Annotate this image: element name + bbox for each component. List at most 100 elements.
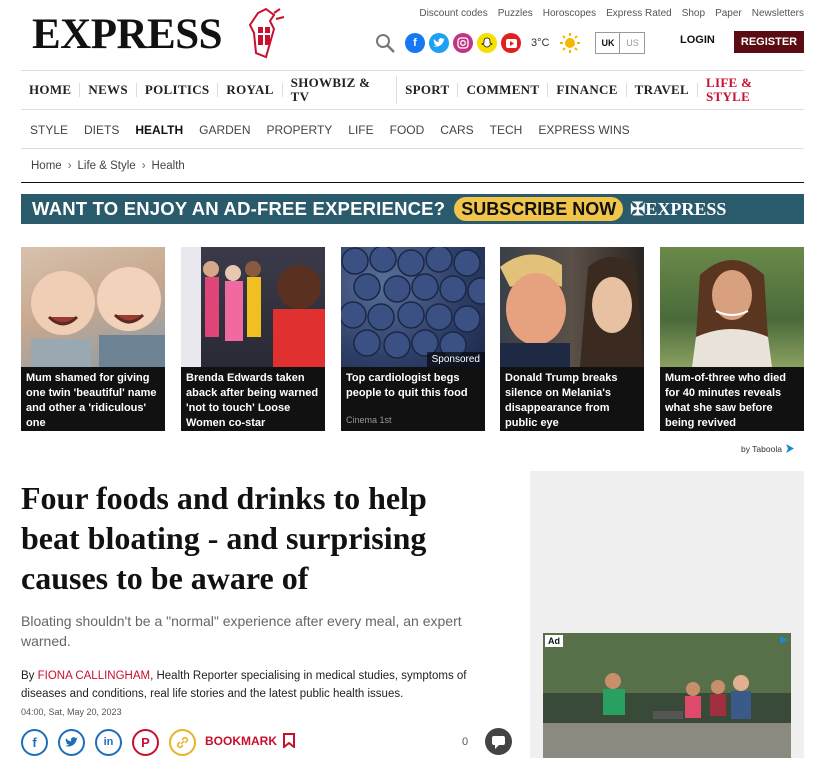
story-image-twins[interactable] xyxy=(21,247,165,367)
article-date: 04:00, Sat, May 20, 2023 xyxy=(21,707,122,717)
search-icon[interactable] xyxy=(374,32,396,54)
banner-text: WANT TO ENJOY AN AD-FREE EXPERIENCE? xyxy=(32,198,446,219)
story-caption[interactable]: Mum-of-three who died for 40 minutes rev… xyxy=(660,367,804,431)
instagram-icon[interactable] xyxy=(453,33,473,53)
register-button[interactable]: REGISTER xyxy=(734,31,804,53)
subnav-garden[interactable]: GARDEN xyxy=(191,123,258,137)
top-link-paper[interactable]: Paper xyxy=(715,8,742,19)
nav-life-style[interactable]: LIFE & STYLE xyxy=(698,76,804,104)
snapchat-icon[interactable] xyxy=(477,33,497,53)
story-caption[interactable]: Mum shamed for giving one twin 'beautifu… xyxy=(21,367,165,431)
top-link-horoscopes[interactable]: Horoscopes xyxy=(543,8,596,19)
share-bar: f in P xyxy=(21,727,206,757)
breadcrumb-home[interactable]: Home xyxy=(31,160,62,172)
story-card[interactable]: Donald Trump breaks silence on Melania's… xyxy=(500,247,644,431)
nav-royal[interactable]: ROYAL xyxy=(218,83,283,97)
taboola-icon xyxy=(785,444,794,453)
region-us[interactable]: US xyxy=(620,33,644,53)
story-image-blueberries[interactable]: Sponsored xyxy=(341,247,485,367)
region-switch: UK US xyxy=(595,32,646,54)
story-card[interactable]: Mum shamed for giving one twin 'beautifu… xyxy=(21,247,165,431)
facebook-icon[interactable]: f xyxy=(405,33,425,53)
taboola-attribution[interactable]: by Taboola xyxy=(741,443,795,454)
sun-weather-icon xyxy=(560,33,581,53)
subnav-health[interactable]: HEALTH xyxy=(127,123,191,137)
subnav-cars[interactable]: CARS xyxy=(432,123,481,137)
share-facebook-icon[interactable]: f xyxy=(21,728,48,756)
byline-prefix: By xyxy=(21,670,35,682)
subscribe-banner[interactable]: WANT TO ENJOY AN AD-FREE EXPERIENCE? SUB… xyxy=(21,194,804,224)
region-uk[interactable]: UK xyxy=(596,33,621,53)
subnav-express-wins[interactable]: EXPRESS WINS xyxy=(530,123,637,137)
share-link-icon[interactable] xyxy=(169,728,196,756)
twitter-icon[interactable] xyxy=(429,33,449,53)
subnav-food[interactable]: FOOD xyxy=(382,123,433,137)
nav-news[interactable]: NEWS xyxy=(80,83,137,97)
share-linkedin-icon[interactable]: in xyxy=(95,728,122,756)
subnav-diets[interactable]: DIETS xyxy=(76,123,127,137)
nav-politics[interactable]: POLITICS xyxy=(137,83,219,97)
story-caption[interactable]: Brenda Edwards taken aback after being w… xyxy=(181,367,325,431)
breadcrumb: Home › Life & Style › Health xyxy=(21,150,804,183)
nav-comment[interactable]: COMMENT xyxy=(458,83,549,97)
share-pinterest-icon[interactable]: P xyxy=(132,728,159,756)
story-card[interactable]: Sponsored Top cardiologist begs people t… xyxy=(341,247,485,431)
express-logo[interactable]: EXPRESS xyxy=(32,11,223,59)
story-caption[interactable]: Donald Trump breaks silence on Melania's… xyxy=(500,367,644,431)
login-button[interactable]: LOGIN xyxy=(680,34,715,46)
subnav-life[interactable]: LIFE xyxy=(340,123,381,137)
ad-label: Ad xyxy=(545,635,563,647)
share-twitter-icon[interactable] xyxy=(58,728,85,756)
crusader-crest-icon[interactable] xyxy=(244,7,286,59)
article-standfirst: Bloating shouldn't be a "normal" experie… xyxy=(21,613,462,649)
story-caption[interactable]: Top cardiologist begs people to quit thi… xyxy=(341,367,485,431)
chevron-right-icon: › xyxy=(141,160,146,172)
story-image-trump-melania[interactable] xyxy=(500,247,644,367)
nav-showbiz-tv[interactable]: SHOWBIZ & TV xyxy=(283,76,398,104)
youtube-icon[interactable] xyxy=(501,33,521,53)
top-link-puzzles[interactable]: Puzzles xyxy=(498,8,533,19)
main-nav: HOME NEWS POLITICS ROYAL SHOWBIZ & TV SP… xyxy=(21,70,804,110)
sub-nav: STYLE DIETS HEALTH GARDEN PROPERTY LIFE … xyxy=(21,111,804,149)
subnav-style[interactable]: STYLE xyxy=(21,123,76,137)
bookmark-icon xyxy=(283,733,295,748)
bookmark-label: BOOKMARK xyxy=(205,733,277,748)
header: EXPRESS Discount codes Puzzles Horoscope… xyxy=(21,0,804,70)
story-caption-text[interactable]: Top cardiologist begs people to quit thi… xyxy=(346,371,480,401)
recommended-stories: Mum shamed for giving one twin 'beautifu… xyxy=(21,247,804,431)
banner-brand: ✠EXPRESS xyxy=(630,198,727,219)
top-link-shop[interactable]: Shop xyxy=(682,8,705,19)
story-image-loose-women[interactable] xyxy=(181,247,325,367)
nav-home[interactable]: HOME xyxy=(21,83,81,97)
comment-icon[interactable] xyxy=(485,728,512,755)
chevron-right-icon: › xyxy=(67,160,72,172)
top-link-newsletters[interactable]: Newsletters xyxy=(752,8,804,19)
story-image-mum-of-three[interactable] xyxy=(660,247,804,367)
header-tools: f 3°C UK US xyxy=(374,30,646,56)
nav-sport[interactable]: SPORT xyxy=(397,83,459,97)
subnav-property[interactable]: PROPERTY xyxy=(258,123,340,137)
story-card[interactable]: Brenda Edwards taken aback after being w… xyxy=(181,247,325,431)
breadcrumb-life-style[interactable]: Life & Style xyxy=(78,160,136,172)
advert-image[interactable] xyxy=(543,633,791,758)
article-byline: By FIONA CALLINGHAM, Health Reporter spe… xyxy=(21,667,491,703)
nav-travel[interactable]: TRAVEL xyxy=(627,83,698,97)
nav-finance[interactable]: FINANCE xyxy=(548,83,627,97)
ad-choices-icon[interactable] xyxy=(779,635,789,645)
subscribe-now-button[interactable]: SUBSCRIBE NOW xyxy=(454,197,624,221)
top-links: Discount codes Puzzles Horoscopes Expres… xyxy=(419,8,804,19)
sponsored-badge: Sponsored xyxy=(426,352,485,367)
story-card[interactable]: Mum-of-three who died for 40 minutes rev… xyxy=(660,247,804,431)
top-link-express-rated[interactable]: Express Rated xyxy=(606,8,672,19)
subnav-tech[interactable]: TECH xyxy=(482,123,531,137)
article-headline: Four foods and drinks to help beat bloat… xyxy=(21,480,427,596)
author-link[interactable]: FIONA CALLINGHAM xyxy=(38,670,150,682)
advert[interactable]: Ad xyxy=(543,633,791,758)
temperature: 3°C xyxy=(531,37,550,49)
sponsor-source: Cinema 1st xyxy=(346,415,392,425)
bookmark-button[interactable]: BOOKMARK xyxy=(205,733,295,748)
breadcrumb-health[interactable]: Health xyxy=(152,160,185,172)
comment-count[interactable]: 0 xyxy=(462,736,468,748)
top-link-discount-codes[interactable]: Discount codes xyxy=(419,8,487,19)
taboola-text: by Taboola xyxy=(741,443,782,454)
